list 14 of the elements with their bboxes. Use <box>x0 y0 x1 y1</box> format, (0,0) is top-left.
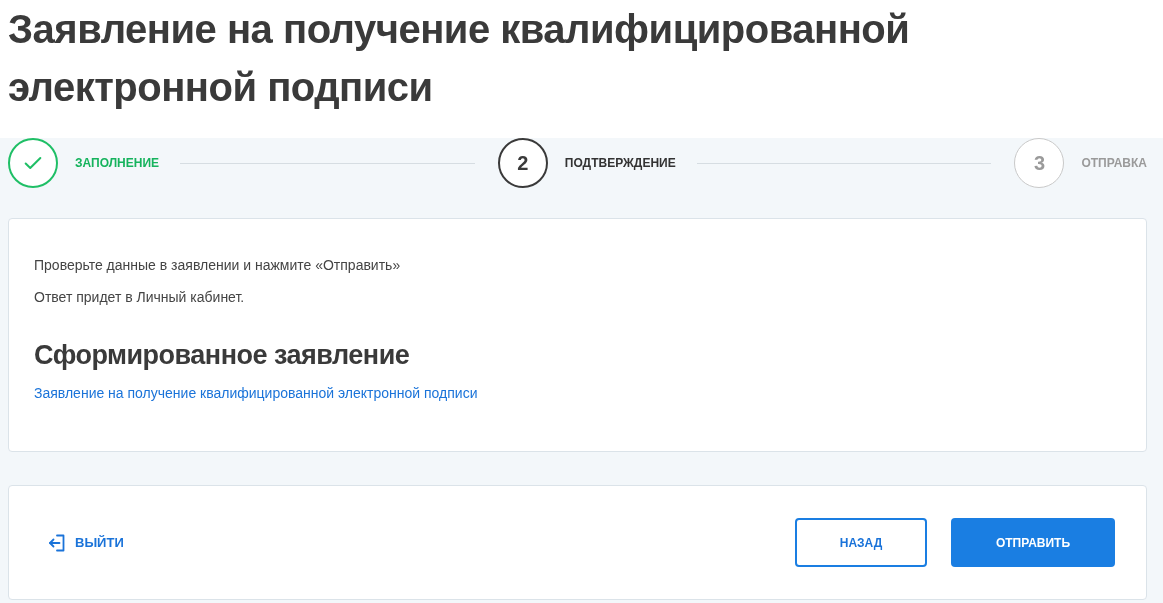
back-button[interactable]: НАЗАД <box>795 518 927 567</box>
document-link[interactable]: Заявление на получение квалифицированной электронной подписи <box>34 383 478 403</box>
step-label: ПОДТВЕРЖДЕНИЕ <box>564 155 676 172</box>
step-number: 2 <box>497 138 548 188</box>
step-number: 3 <box>1014 138 1065 188</box>
page-title: Заявление на получение квалифицированной электронной подписи <box>8 6 911 111</box>
step-label: ОТПРАВКА <box>1081 155 1147 172</box>
submit-button[interactable]: ОТПРАВИТЬ <box>951 518 1115 567</box>
section-title: Сформированное заявление <box>34 339 410 372</box>
instruction-text: Проверьте данные в заявлении и нажмите «Отправить» <box>34 256 401 275</box>
exit-icon <box>48 533 66 552</box>
exit-link[interactable]: ВЫЙТИ <box>48 532 124 553</box>
instruction-text: Ответ придет в Личный кабинет. <box>34 288 245 307</box>
step-label: ЗАПОЛНЕНИЕ <box>75 155 160 172</box>
